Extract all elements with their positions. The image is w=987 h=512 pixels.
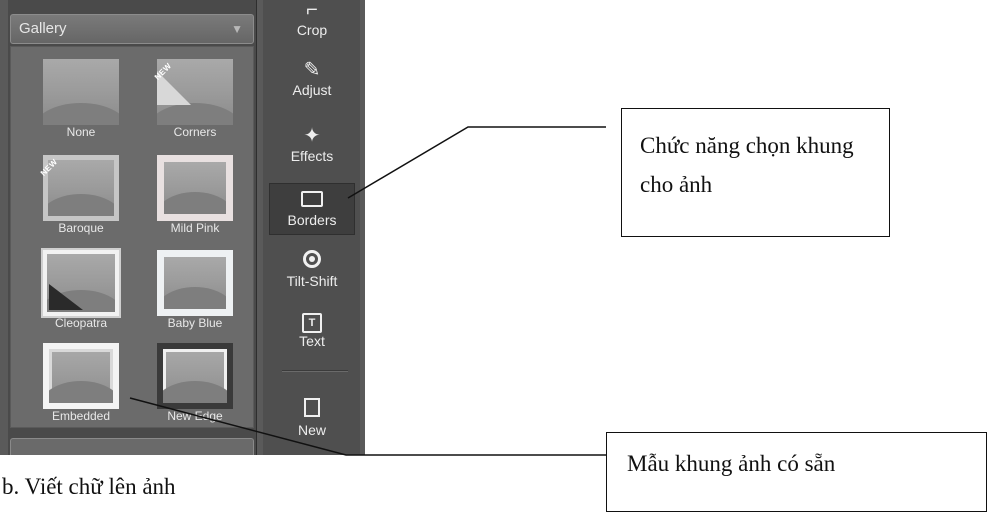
borders-callout-line	[347, 126, 606, 199]
section-caption: b. Viết chữ lên ảnh	[2, 474, 176, 499]
borders-callout: Chức năng chọn khung cho ảnh	[621, 108, 890, 237]
gallery-callout-text: Mẫu khung ảnh có sẵn	[627, 451, 836, 476]
gallery-callout: Mẫu khung ảnh có sẵn	[606, 432, 987, 512]
borders-callout-text: Chức năng chọn khung cho ảnh	[640, 133, 854, 197]
